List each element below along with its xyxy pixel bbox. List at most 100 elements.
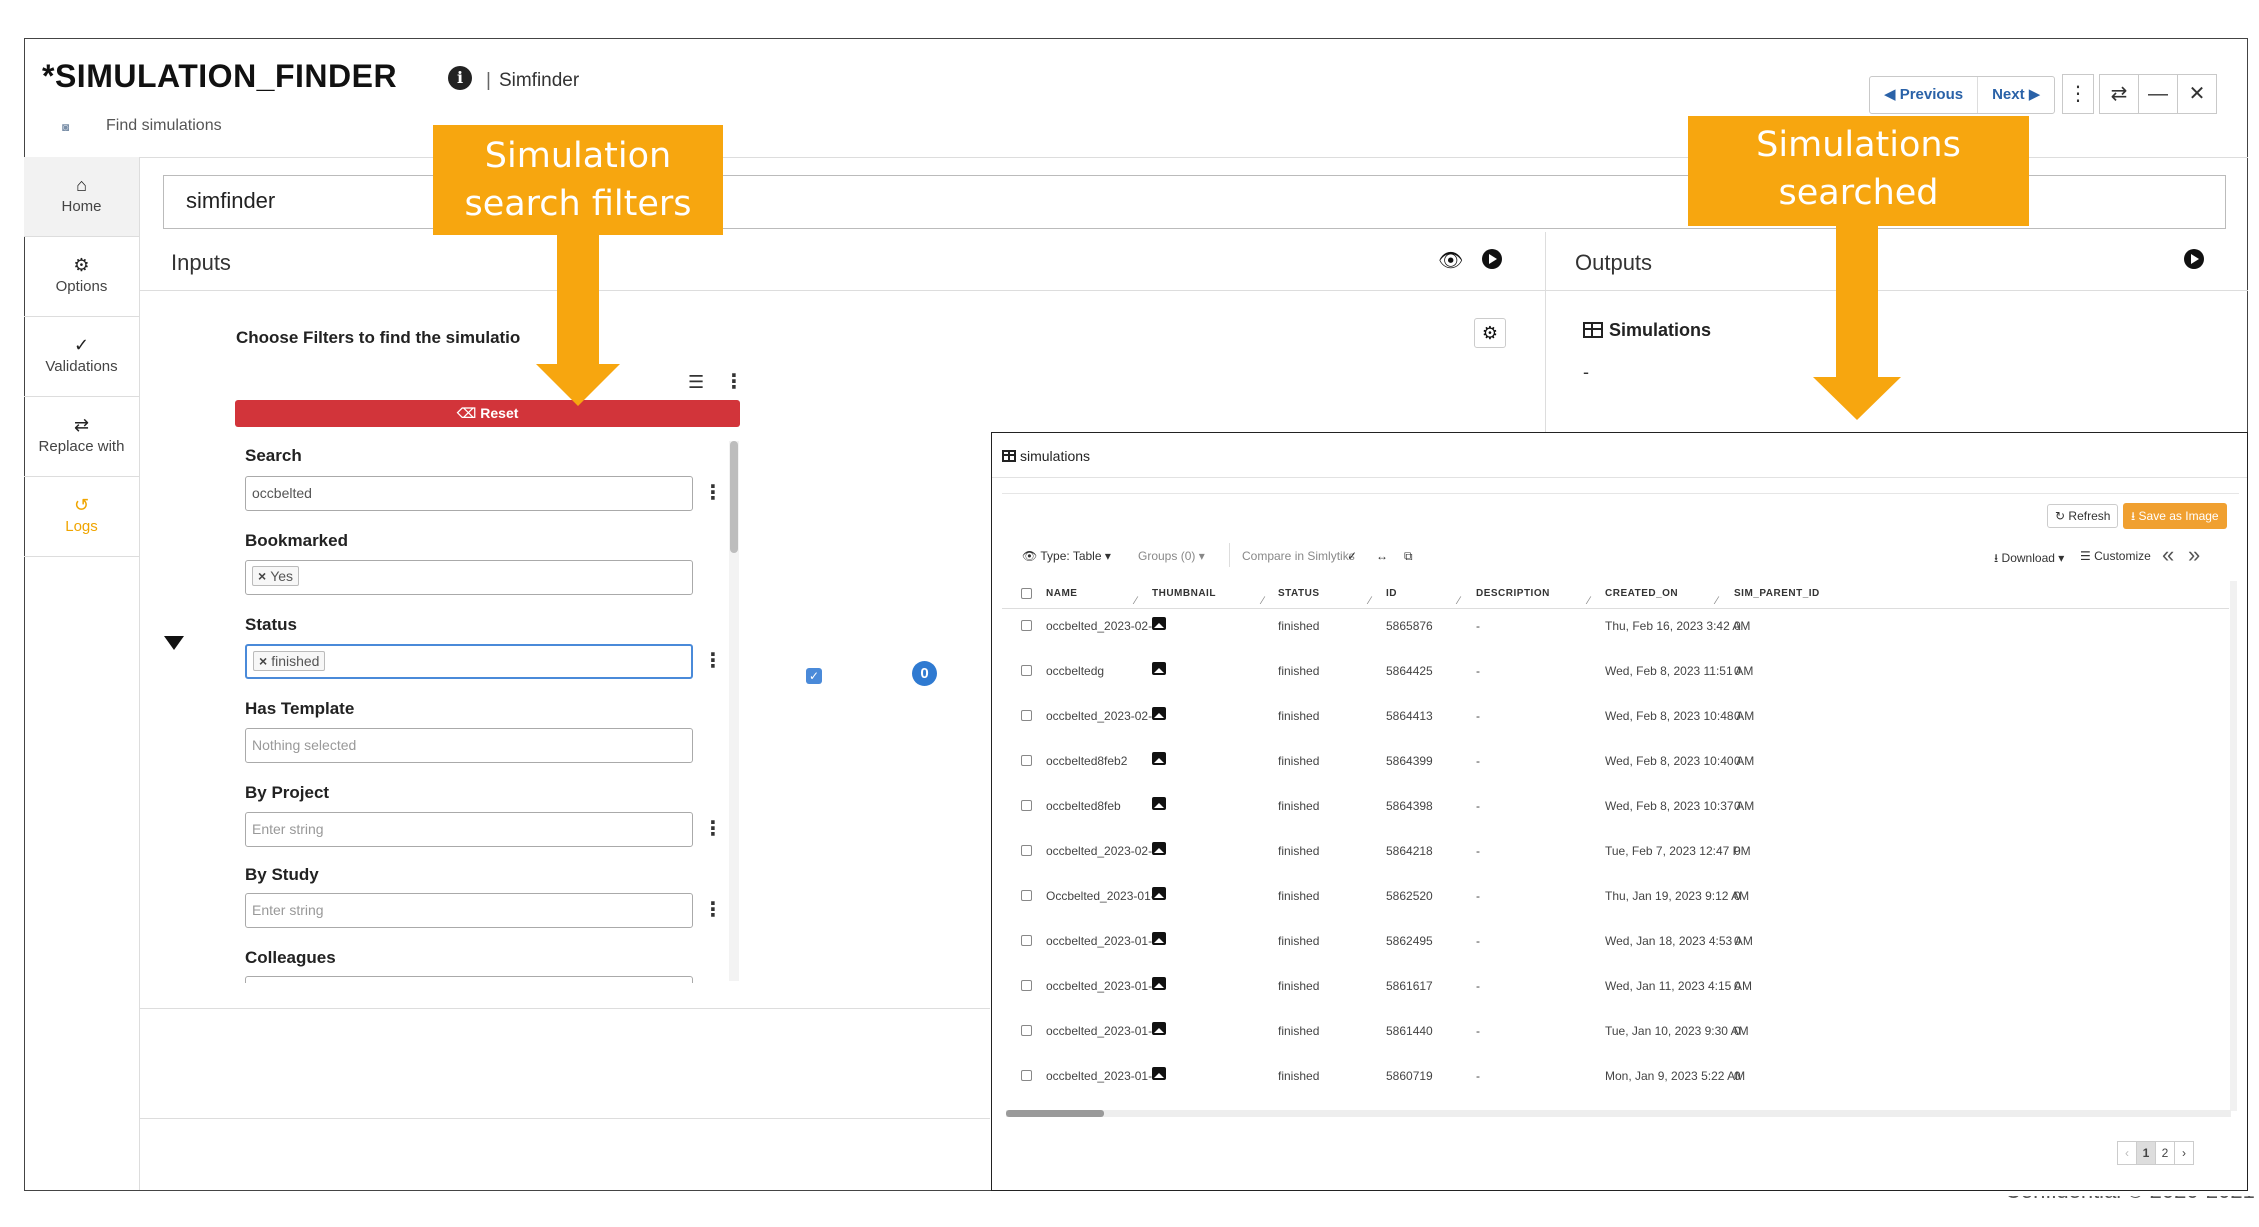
row-checkbox[interactable] [1021, 665, 1032, 676]
copy-icon[interactable]: ⧉ [1404, 549, 1413, 564]
sidebar-item-home[interactable]: ⌂ Home [24, 157, 139, 237]
row-checkbox[interactable] [1021, 890, 1032, 901]
more-vertical-icon[interactable]: ⋮ [703, 483, 723, 503]
resize-handle[interactable]: ∕ [1135, 595, 1137, 607]
filter-icon[interactable] [164, 636, 184, 650]
table-row[interactable]: occbelted_2023-02-... finished 5864218 - Tue… [1002, 835, 2229, 866]
row-checkbox[interactable] [1021, 980, 1032, 991]
remove-icon[interactable]: × [258, 568, 266, 584]
table-row[interactable]: occbelted8feb finished 5864398 - Wed, Feb 8,… [1002, 790, 2229, 821]
resize-handle[interactable]: ∕ [1369, 595, 1371, 607]
page-prev-button[interactable]: ‹ [2117, 1141, 2137, 1165]
more-vertical-icon[interactable]: ⋮ [703, 819, 723, 839]
row-checkbox[interactable] [1021, 1070, 1032, 1081]
image-icon[interactable] [1152, 662, 1166, 675]
enabled-checkbox[interactable]: ✓ [806, 668, 822, 684]
customize-button[interactable]: ☰ Customize [2080, 549, 2151, 563]
play-circle-icon[interactable] [2184, 249, 2204, 269]
row-checkbox[interactable] [1021, 620, 1032, 631]
groups-dropdown[interactable]: Groups (0) ▾ [1138, 549, 1205, 563]
page-button-1[interactable]: 1 [2136, 1141, 2156, 1165]
table-horizontal-scrollbar[interactable] [1006, 1110, 2231, 1117]
save-as-image-button[interactable]: ⭳ Save as Image [2123, 503, 2227, 529]
resize-handle[interactable]: ∕ [1588, 595, 1590, 607]
check-double-icon[interactable]: ✓ [1347, 549, 1357, 563]
column-header-status[interactable]: STATUS [1278, 588, 1320, 599]
table-horizontal-scrollbar-thumb[interactable] [1006, 1110, 1104, 1117]
resize-handle[interactable]: ∕ [1716, 595, 1718, 607]
page-next-button[interactable]: › [2174, 1141, 2194, 1165]
column-header-name[interactable]: NAME [1046, 588, 1077, 599]
column-header-created-on[interactable]: CREATED_ON [1605, 588, 1678, 599]
expand-horizontal-icon[interactable]: ↔ [1376, 549, 1388, 563]
row-checkbox[interactable] [1021, 845, 1032, 856]
chevrons-right-icon[interactable]: » [2188, 542, 2200, 568]
more-vertical-icon[interactable]: ⋮ [2062, 74, 2094, 114]
table-row[interactable]: occbelted8feb2 finished 5864399 - Wed, Feb 8… [1002, 745, 2229, 776]
colleagues-input[interactable] [245, 976, 693, 983]
more-vertical-icon[interactable]: ⋮ [703, 651, 723, 671]
status-select[interactable]: × finished [245, 644, 693, 679]
page-button-2[interactable]: 2 [2155, 1141, 2175, 1165]
filter-settings-button[interactable]: ⚙ [1474, 318, 1506, 348]
eye-icon[interactable]: 👁 [1438, 248, 1463, 273]
table-row[interactable]: occbelted_2023-01-... finished 5860719 - Mon… [1002, 1060, 2229, 1091]
close-icon[interactable]: ✕ [2177, 74, 2217, 114]
image-icon[interactable] [1152, 1067, 1166, 1080]
more-vertical-icon[interactable]: ⋮ [724, 372, 744, 392]
table-row[interactable]: occbeltedg finished 5864425 - Wed, Feb 8, 20… [1002, 655, 2229, 686]
by-project-input[interactable]: Enter string [245, 812, 693, 847]
previous-button[interactable]: ◀ Previous [1870, 77, 1979, 113]
row-checkbox[interactable] [1021, 710, 1032, 721]
by-study-input[interactable]: Enter string [245, 893, 693, 928]
column-header-sim-parent-id[interactable]: SIM_PARENT_ID [1734, 588, 1820, 599]
status-chip[interactable]: × finished [253, 651, 326, 671]
next-button[interactable]: Next ▶ [1978, 77, 2054, 113]
table-row[interactable]: occbelted_2023-02-... finished 5865876 - Thu… [1002, 610, 2229, 641]
image-icon[interactable] [1152, 752, 1166, 765]
image-icon[interactable] [1152, 887, 1166, 900]
swap-icon[interactable]: ⇄ [2099, 74, 2139, 114]
download-dropdown[interactable]: ⭳ Download ▾ [1994, 549, 2064, 570]
row-checkbox[interactable] [1021, 935, 1032, 946]
chevrons-left-icon[interactable]: « [2162, 542, 2174, 568]
image-icon[interactable] [1152, 707, 1166, 720]
search-filter-input[interactable]: occbelted [245, 476, 693, 511]
sidebar-item-validations[interactable]: ✓ Validations [24, 317, 139, 397]
row-checkbox[interactable] [1021, 1025, 1032, 1036]
resize-handle[interactable]: ∕ [1262, 595, 1264, 607]
reset-button[interactable]: ⌫ Reset [235, 400, 740, 427]
filter-scrollbar-thumb[interactable] [730, 441, 738, 553]
select-all-checkbox[interactable] [1021, 588, 1032, 599]
resize-handle[interactable]: ∕ [1458, 595, 1460, 607]
table-row[interactable]: Occbelted_2023-01-... finished 5862520 - Thu… [1002, 880, 2229, 911]
column-header-thumbnail[interactable]: THUMBNAIL [1152, 588, 1216, 599]
table-row[interactable]: occbelted_2023-02-... finished 5864413 - Wed… [1002, 700, 2229, 731]
table-row[interactable]: occbelted_2023-01-... finished 5861440 - Tue… [1002, 1015, 2229, 1046]
sliders-icon[interactable]: ☰ [688, 372, 704, 393]
table-row[interactable]: occbelted_2023-01-... finished 5862495 - Wed… [1002, 925, 2229, 956]
table-vertical-scrollbar[interactable] [2230, 581, 2237, 1111]
has-template-select[interactable]: Nothing selected [245, 728, 693, 763]
view-type-dropdown[interactable]: 👁 Type: Table ▾ [1022, 549, 1111, 563]
sidebar-item-options[interactable]: ⚙ Options [24, 237, 139, 317]
image-icon[interactable] [1152, 932, 1166, 945]
image-icon[interactable] [1152, 977, 1166, 990]
bookmarked-chip[interactable]: × Yes [252, 566, 300, 586]
image-icon[interactable] [1152, 617, 1166, 630]
table-row[interactable]: occbelted_2023-01-... finished 5861617 - Wed… [1002, 970, 2229, 1001]
breadcrumb[interactable]: Find simulations [106, 117, 222, 135]
play-circle-icon[interactable] [1482, 249, 1502, 269]
column-header-description[interactable]: DESCRIPTION [1476, 588, 1550, 599]
remove-icon[interactable]: × [259, 653, 267, 669]
row-checkbox[interactable] [1021, 800, 1032, 811]
sidebar-item-replace[interactable]: ⇄ Replace with [24, 397, 139, 477]
refresh-button[interactable]: ↻ Refresh [2047, 504, 2119, 528]
info-icon[interactable]: i [448, 66, 472, 90]
image-icon[interactable] [1152, 842, 1166, 855]
row-checkbox[interactable] [1021, 755, 1032, 766]
minimize-icon[interactable]: — [2138, 74, 2178, 114]
image-icon[interactable] [1152, 1022, 1166, 1035]
bookmarked-select[interactable]: × Yes [245, 560, 693, 595]
column-header-id[interactable]: ID [1386, 588, 1397, 599]
